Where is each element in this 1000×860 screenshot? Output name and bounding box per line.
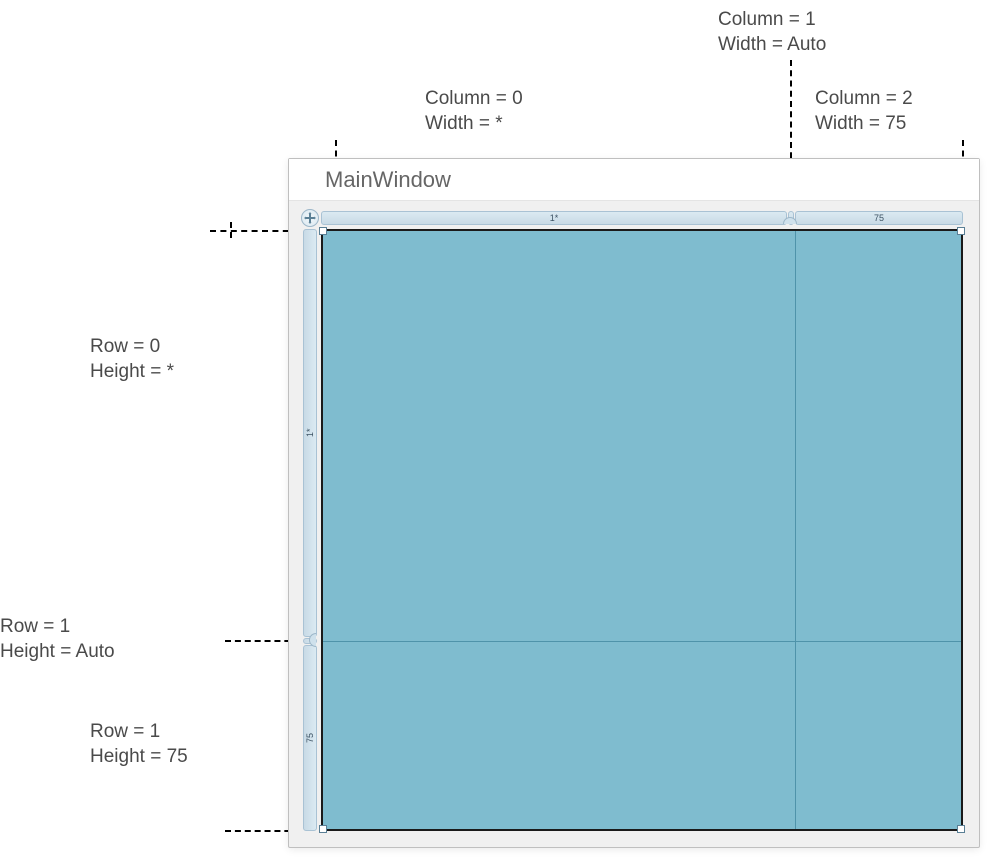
designer-window: MainWindow 1* 75 1 bbox=[288, 158, 980, 848]
window-title: MainWindow bbox=[325, 167, 451, 193]
annotation-row-2: Row = 1 Height = 75 bbox=[90, 720, 188, 769]
leader-row-0-tick bbox=[230, 222, 232, 238]
row-ruler-segment-0[interactable]: 1* bbox=[303, 229, 317, 637]
row-ruler-label-0: 1* bbox=[305, 429, 315, 438]
column-ruler[interactable]: 1* 75 bbox=[321, 211, 963, 225]
gridline-column-2 bbox=[795, 231, 796, 829]
resize-handle-nw[interactable] bbox=[319, 227, 327, 235]
column-ruler-segment-2[interactable]: 75 bbox=[795, 211, 963, 225]
annotation-row-0: Row = 0 Height = * bbox=[90, 335, 174, 384]
row-ruler-segment-2[interactable]: 75 bbox=[303, 645, 317, 831]
row-splitter-adorner[interactable] bbox=[309, 633, 316, 647]
row-ruler[interactable]: 1* 75 bbox=[303, 229, 317, 831]
annotation-row-1: Row = 1 Height = Auto bbox=[0, 615, 115, 664]
resize-handle-ne[interactable] bbox=[957, 227, 965, 235]
designer-client-area: 1* 75 1* 75 bbox=[299, 207, 967, 835]
row-ruler-label-2: 75 bbox=[305, 733, 315, 743]
move-adorner-icon[interactable] bbox=[301, 209, 319, 227]
column-splitter-adorner[interactable] bbox=[783, 217, 797, 224]
gridline-row-1 bbox=[323, 641, 961, 642]
grid-designer-surface[interactable] bbox=[321, 229, 963, 831]
column-ruler-segment-0[interactable]: 1* bbox=[321, 211, 787, 225]
annotation-column-1: Column = 1 Width = Auto bbox=[718, 8, 826, 57]
column-ruler-label-2: 75 bbox=[874, 213, 884, 223]
resize-handle-se[interactable] bbox=[957, 825, 965, 833]
column-ruler-label-0: 1* bbox=[550, 213, 559, 223]
resize-handle-sw[interactable] bbox=[319, 825, 327, 833]
annotation-column-2: Column = 2 Width = 75 bbox=[815, 87, 913, 136]
annotation-column-0: Column = 0 Width = * bbox=[425, 87, 523, 136]
window-title-bar[interactable]: MainWindow bbox=[289, 159, 979, 201]
